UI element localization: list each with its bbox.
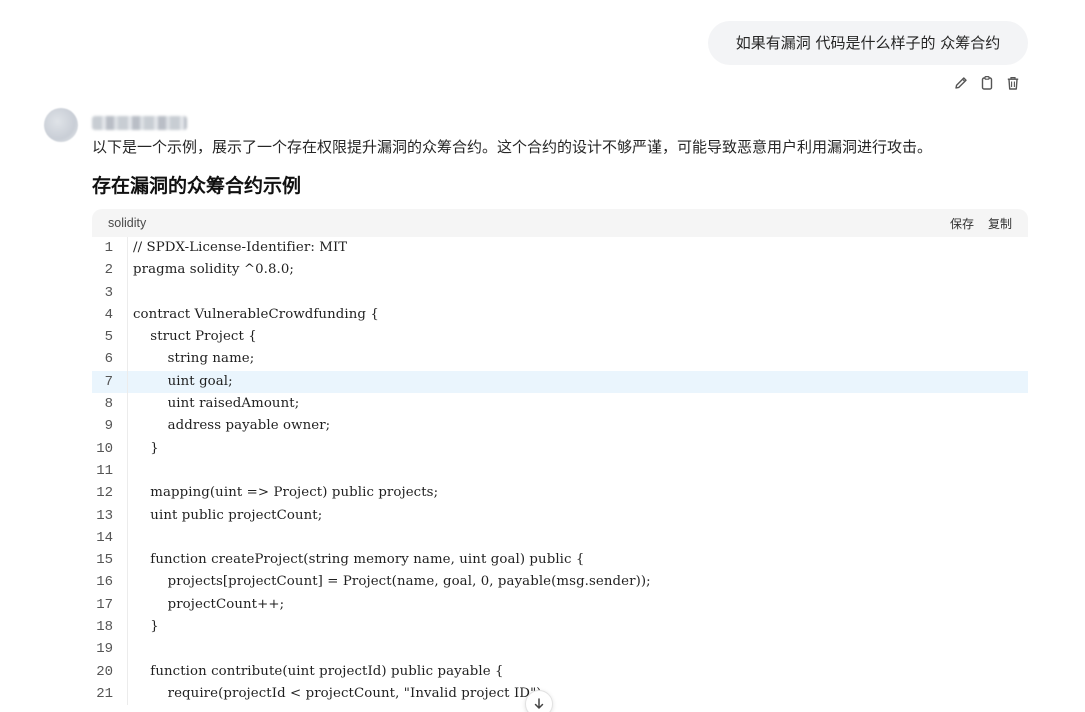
delete-button[interactable] — [1004, 73, 1022, 93]
arrow-down-icon — [534, 698, 544, 709]
code-line-text: uint goal; — [133, 373, 233, 389]
line-number: 16 — [92, 571, 128, 594]
copy-code-button[interactable]: 复制 — [988, 215, 1012, 232]
trash-icon — [1007, 77, 1019, 90]
user-message-text: 如果有漏洞 代码是什么样子的 众筹合约 — [735, 34, 1001, 52]
line-number: 8 — [92, 393, 128, 416]
code-body: 1 // SPDX-License-Identifier: MIT 2 pragma … — [92, 237, 1028, 706]
line-number: 4 — [92, 303, 128, 327]
code-line-text: function contribute(uint projectId) publ… — [133, 663, 504, 679]
code-line: 4 contract VulnerableCrowdfunding { — [92, 303, 1028, 327]
line-number: 17 — [92, 593, 128, 617]
line-number: 10 — [92, 437, 128, 460]
line-number: 20 — [92, 660, 128, 683]
code-line: 16 projects[projectCount] = Project(name… — [92, 571, 1028, 594]
code-line-text: pragma solidity ^0.8.0; — [133, 262, 295, 278]
code-line: 3 — [92, 281, 1028, 304]
code-line: 14 — [92, 526, 1028, 550]
code-line-text: uint public projectCount; — [133, 507, 323, 523]
code-line: 20 function contribute(uint projectId) p… — [92, 660, 1028, 683]
code-block: solidity 保存 复制 1 // SPDX-License-Identifi… — [92, 209, 1028, 712]
line-number: 11 — [92, 459, 128, 483]
line-number: 6 — [92, 348, 128, 371]
code-line-text: string name; — [133, 351, 255, 367]
code-line: 12 mapping(uint => Project) public proje… — [92, 482, 1028, 505]
line-number: 15 — [92, 549, 128, 572]
code-line: 10 } — [92, 437, 1028, 460]
code-line-text: uint raisedAmount; — [133, 396, 300, 412]
code-line: 5 struct Project { — [92, 326, 1028, 349]
scroll-to-bottom-button[interactable] — [525, 690, 553, 712]
copy-icon — [981, 76, 993, 90]
code-line-text: } — [133, 619, 159, 635]
code-line: 2 pragma solidity ^0.8.0; — [92, 259, 1028, 282]
code-line: 21 require(projectId < projectCount, "In… — [92, 682, 1028, 706]
line-number: 3 — [92, 281, 128, 304]
line-number: 12 — [92, 482, 128, 505]
code-line-text: } — [133, 440, 159, 456]
code-line-text: function createProject(string memory nam… — [133, 552, 585, 568]
line-number: 5 — [92, 326, 128, 349]
code-line: 11 — [92, 459, 1028, 483]
line-number: 1 — [92, 237, 128, 260]
code-line-text: require(projectId < projectCount, "Inval… — [133, 685, 547, 701]
assistant-avatar — [44, 108, 78, 142]
code-line: 17 projectCount++; — [92, 593, 1028, 617]
code-line-text: // SPDX-License-Identifier: MIT — [133, 240, 348, 255]
assistant-intro-text: 以下是一个示例，展示了一个存在权限提升漏洞的众筹合约。这个合约的设计不够严谨，可… — [92, 138, 933, 156]
code-line: 1 // SPDX-License-Identifier: MIT — [92, 237, 1028, 260]
line-number: 21 — [92, 682, 128, 706]
line-number: 7 — [92, 370, 128, 394]
line-number: 18 — [92, 616, 128, 639]
code-line-text: contract VulnerableCrowdfunding { — [133, 306, 379, 322]
message-actions — [952, 73, 1022, 93]
assistant-name-redacted — [92, 116, 187, 130]
code-line: 6 string name; — [92, 348, 1028, 371]
code-header: solidity 保存 复制 — [92, 209, 1028, 237]
code-line-text: struct Project { — [133, 329, 257, 345]
code-line: 19 — [92, 638, 1028, 661]
code-line-text: address payable owner; — [133, 418, 331, 434]
line-number: 19 — [92, 638, 128, 661]
code-line: 7 uint goal; — [92, 370, 1028, 394]
user-message-bubble: 如果有漏洞 代码是什么样子的 众筹合约 — [708, 21, 1028, 65]
code-line: 9 address payable owner; — [92, 415, 1028, 438]
pencil-icon — [955, 77, 967, 89]
line-number: 14 — [92, 526, 128, 550]
line-number: 9 — [92, 415, 128, 438]
section-title: 存在漏洞的众筹合约示例 — [92, 175, 302, 197]
code-line-text: mapping(uint => Project) public projects… — [133, 485, 439, 501]
code-line: 8 uint raisedAmount; — [92, 393, 1028, 416]
line-number: 2 — [92, 259, 128, 282]
code-line: 13 uint public projectCount; — [92, 504, 1028, 527]
code-line-text: projects[projectCount] = Project(name, g… — [133, 574, 651, 590]
line-number: 13 — [92, 504, 128, 527]
code-language-label: solidity — [108, 216, 147, 230]
save-code-button[interactable]: 保存 — [950, 215, 974, 232]
code-line-text: projectCount++; — [133, 596, 285, 612]
edit-button[interactable] — [952, 73, 970, 93]
code-line: 18 } — [92, 616, 1028, 639]
copy-message-button[interactable] — [978, 73, 996, 93]
code-line: 15 function createProject(string memory … — [92, 549, 1028, 572]
